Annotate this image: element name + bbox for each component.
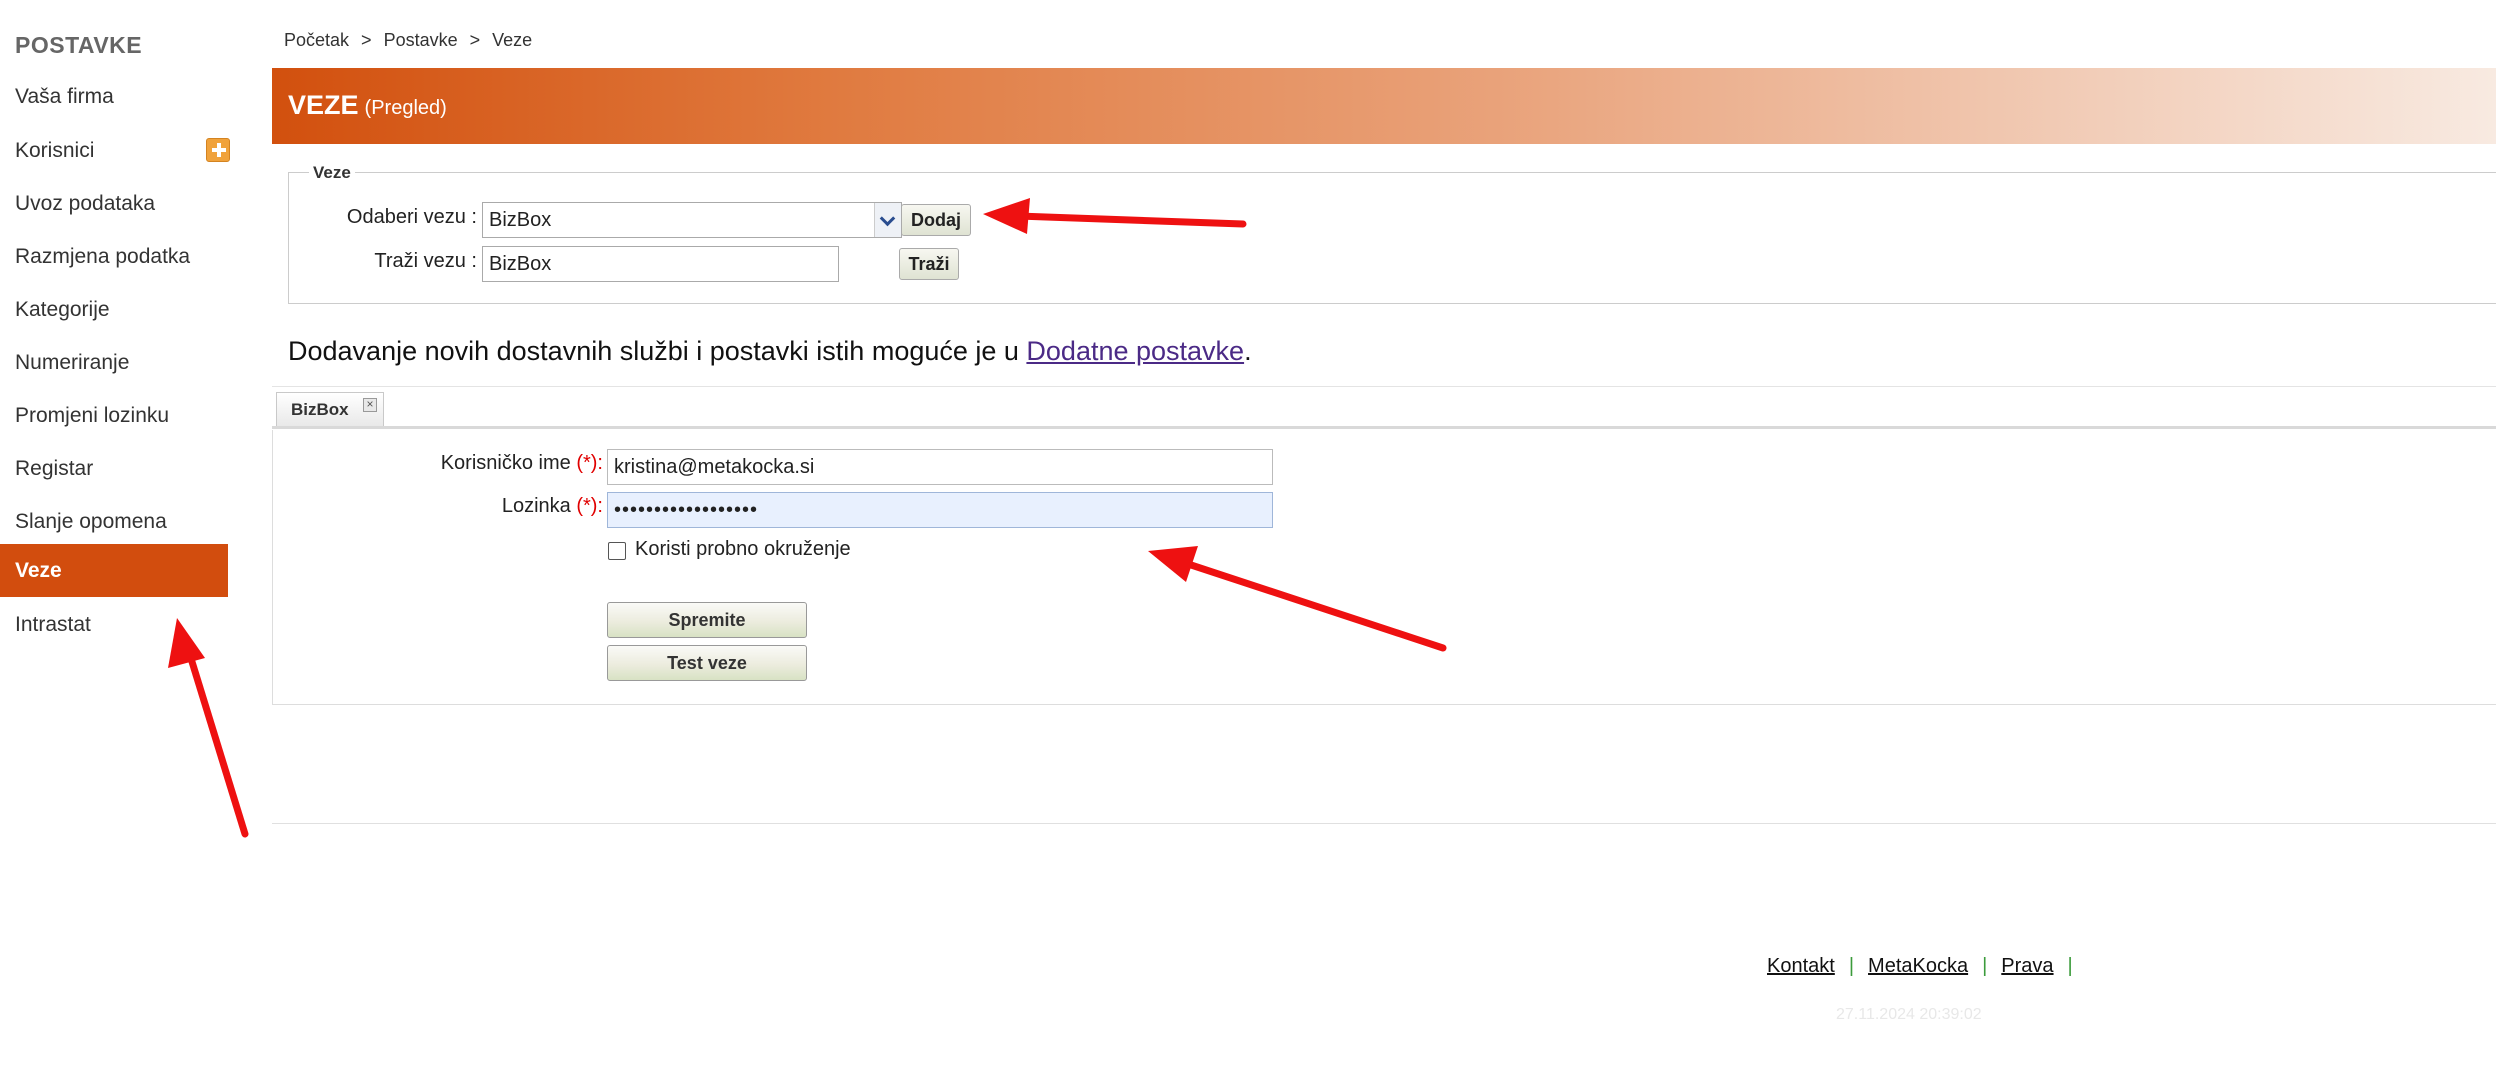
divider	[272, 823, 2496, 824]
search-connection-label: Traži vezu :	[374, 250, 477, 272]
page-header: VEZE (Pregled)	[272, 68, 2496, 144]
username-label: Korisničko ime (*):	[273, 452, 603, 475]
tab-underline	[272, 426, 2496, 429]
footer-separator: |	[2067, 955, 2073, 977]
connection-select[interactable]: BizBox	[482, 202, 902, 238]
close-icon[interactable]: ×	[363, 398, 377, 412]
password-label-text: Lozinka	[501, 495, 571, 517]
additional-settings-link[interactable]: Dodatne postavke	[1026, 336, 1244, 366]
test-environment-label: Koristi probno okruženje	[635, 538, 851, 560]
breadcrumb-separator: >	[469, 30, 481, 50]
chevron-down-icon[interactable]	[874, 203, 901, 237]
sidebar-item-promjeni-lozinku[interactable]: Promjeni lozinku	[0, 389, 228, 442]
sidebar-item-intrastat[interactable]: Intrastat	[0, 598, 228, 651]
sidebar-item-kategorije[interactable]: Kategorije	[0, 283, 228, 336]
footer-link-metakocka[interactable]: MetaKocka	[1868, 955, 1968, 977]
info-text-suffix: .	[1244, 336, 1252, 366]
footer-link-kontakt[interactable]: Kontakt	[1767, 955, 1835, 977]
info-text: Dodavanje novih dostavnih službi i posta…	[288, 336, 1252, 367]
breadcrumb-postavke[interactable]: Postavke	[384, 30, 458, 50]
plus-icon[interactable]	[206, 138, 230, 162]
veze-fieldset: Veze Odaberi vezu : BizBox Dodaj Traži v…	[288, 163, 2496, 304]
sidebar-item-numeriranje[interactable]: Numeriranje	[0, 336, 228, 389]
add-connection-button[interactable]: Dodaj	[901, 204, 971, 236]
sidebar-item-uvoz-podataka[interactable]: Uvoz podataka	[0, 177, 228, 230]
username-label-text: Korisničko ime	[440, 452, 571, 474]
username-field[interactable]: kristina@metakocka.si	[607, 449, 1273, 485]
breadcrumb-separator: >	[361, 30, 372, 50]
select-connection-label: Odaberi vezu :	[346, 206, 477, 228]
tab-bizbox-label: BizBox	[291, 400, 349, 419]
search-connection-button[interactable]: Traži	[899, 248, 959, 280]
footer: Kontakt | MetaKocka | Prava |	[1767, 955, 2087, 978]
footer-separator: |	[1848, 955, 1855, 977]
required-mark: (*):	[576, 495, 603, 517]
footer-link-prava[interactable]: Prava	[2001, 955, 2053, 977]
test-connection-button[interactable]: Test veze	[607, 645, 807, 681]
breadcrumb-veze: Veze	[492, 30, 533, 50]
timestamp: 27.11.2024 20:39:02	[1836, 1006, 1982, 1023]
search-connection-input[interactable]: BizBox	[482, 246, 839, 282]
breadcrumb: Početak > Postavke > Veze	[284, 30, 532, 51]
sidebar-item-registar[interactable]: Registar	[0, 442, 228, 495]
info-text-body: Dodavanje novih dostavnih službi i posta…	[288, 336, 1027, 366]
sidebar-item-razmjena-podatka[interactable]: Razmjena podatka	[0, 230, 228, 283]
sidebar-item-korisnici[interactable]: Korisnici	[0, 124, 228, 177]
password-label: Lozinka (*):	[273, 495, 603, 518]
sidebar-title: POSTAVKE	[15, 32, 143, 58]
password-field[interactable]: ••••••••••••••••••	[607, 492, 1273, 528]
breadcrumb-pocetak[interactable]: Početak	[284, 30, 349, 50]
page-title: VEZE (Pregled)	[288, 90, 447, 121]
sidebar-item-slanje-opomena[interactable]: Slanje opomena	[0, 495, 228, 548]
save-button[interactable]: Spremite	[607, 602, 807, 638]
veze-legend: Veze	[309, 163, 355, 183]
test-environment-checkbox[interactable]	[608, 542, 626, 560]
sidebar-item-veze[interactable]: Veze	[0, 544, 228, 597]
divider	[272, 386, 2496, 387]
sidebar-item-vasa-firma[interactable]: Vaša firma	[0, 70, 228, 123]
connection-select-value: BizBox	[489, 209, 552, 231]
page-title-text: VEZE	[288, 90, 359, 120]
required-mark: (*):	[576, 452, 603, 474]
footer-separator: |	[1982, 955, 1988, 977]
connection-settings-panel: Korisničko ime (*): kristina@metakocka.s…	[272, 430, 2496, 705]
page-subtitle: (Pregled)	[364, 97, 447, 119]
tab-bizbox[interactable]: BizBox ×	[276, 392, 384, 426]
